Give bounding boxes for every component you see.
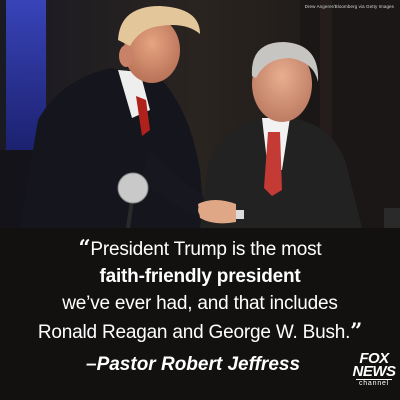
photo: Drew Angerer/Bloomberg via Getty Images xyxy=(0,0,400,228)
quote-panel: “President Trump is the most faith-frien… xyxy=(0,228,400,400)
quote-line-4: Ronald Reagan and George W. Bush.” xyxy=(37,318,363,343)
quote-text: “President Trump is the most faith-frien… xyxy=(0,234,400,346)
fox-news-logo: FOX NEWS channel xyxy=(352,350,397,387)
quote-line-1: “President Trump is the most xyxy=(78,235,322,260)
quote-line-2: faith-friendly president xyxy=(99,266,301,287)
quote-line-3: we’ve ever had, and that includes xyxy=(62,293,338,314)
attribution: –Pastor Robert Jeffress xyxy=(86,354,301,375)
close-quote-mark: ” xyxy=(350,318,363,343)
photo-illustration xyxy=(0,0,400,228)
open-quote-mark: “ xyxy=(78,235,91,260)
graphic-card: Drew Angerer/Bloomberg via Getty Images … xyxy=(0,0,400,400)
photo-credit: Drew Angerer/Bloomberg via Getty Images xyxy=(304,4,394,9)
